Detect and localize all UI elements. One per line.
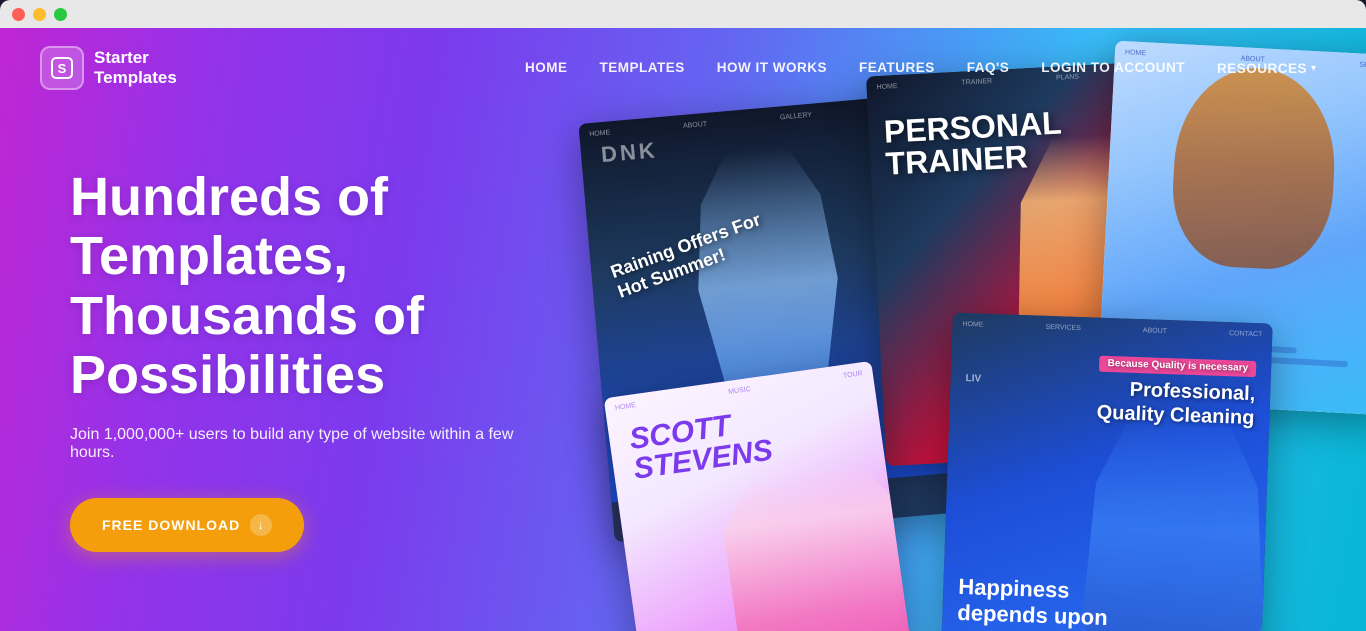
- nav-links: HOME TEMPLATES HOW IT WORKS FEATURES FAQ…: [525, 59, 1316, 77]
- nav-resources[interactable]: RESOURCES: [1217, 61, 1307, 76]
- card4-name: SCOTTSTEVENS: [628, 406, 775, 485]
- svg-text:S: S: [58, 61, 67, 76]
- hero-title: Hundreds of Templates, Thousands of Poss…: [70, 168, 560, 406]
- card1-brand: DNK: [600, 137, 659, 168]
- template-card-cleaning[interactable]: HOMESERVICESABOUTCONTACT Because Quality…: [939, 313, 1272, 631]
- fullscreen-button[interactable]: [54, 8, 67, 21]
- nav-home[interactable]: HOME: [525, 60, 568, 75]
- nav-templates[interactable]: TEMPLATES: [599, 60, 684, 75]
- hero-section: S Starter Templates HOME TEMPLATES HOW I…: [0, 28, 1366, 631]
- card5-brand: LIV: [965, 373, 981, 385]
- logo-icon: S: [40, 46, 84, 90]
- template-cards-collage: DNK HOMEABOUTGALLERYCONTACT Raining Offe…: [566, 28, 1366, 631]
- logo-text: Starter Templates: [94, 48, 177, 87]
- hero-content: Hundreds of Templates, Thousands of Poss…: [0, 108, 560, 552]
- nav-faqs[interactable]: FAQ'S: [967, 60, 1009, 75]
- hero-title-line2: Thousands of Possibilities: [70, 286, 424, 405]
- logo-name-line1: Starter: [94, 48, 177, 68]
- minimize-button[interactable]: [33, 8, 46, 21]
- nav-how-it-works[interactable]: HOW IT WORKS: [717, 60, 827, 75]
- card5-service-text: Because Quality is necessary Professiona…: [1096, 348, 1256, 430]
- card5-mini-nav: HOMESERVICESABOUTCONTACT: [952, 321, 1272, 339]
- cta-label: FREE DOWNLOAD: [102, 517, 240, 533]
- hero-subtitle: Join 1,000,000+ users to build any type …: [70, 426, 560, 462]
- close-button[interactable]: [12, 8, 25, 21]
- download-icon: ↓: [250, 514, 272, 536]
- hero-title-line1: Hundreds of Templates,: [70, 167, 388, 286]
- window-chrome: [0, 0, 1366, 28]
- card5-tagline: Happinessdepends uponourselves: [956, 574, 1109, 631]
- logo[interactable]: S Starter Templates: [40, 46, 177, 90]
- card2-title: PERSONALTRAINER: [883, 106, 1064, 179]
- nav-login[interactable]: LOGIN TO ACCOUNT: [1041, 60, 1185, 75]
- nav-features[interactable]: FEATURES: [859, 60, 935, 75]
- nav-resources-wrapper[interactable]: RESOURCES ▾: [1217, 61, 1316, 76]
- template-card-scott-stevens[interactable]: SCOTTSTEVENS HOMEMUSICTOUR: [604, 361, 919, 631]
- logo-name-line2: Templates: [94, 68, 177, 88]
- cta-download-button[interactable]: FREE DOWNLOAD ↓: [70, 498, 304, 552]
- navbar: S Starter Templates HOME TEMPLATES HOW I…: [0, 28, 1366, 108]
- chevron-down-icon: ▾: [1311, 63, 1316, 74]
